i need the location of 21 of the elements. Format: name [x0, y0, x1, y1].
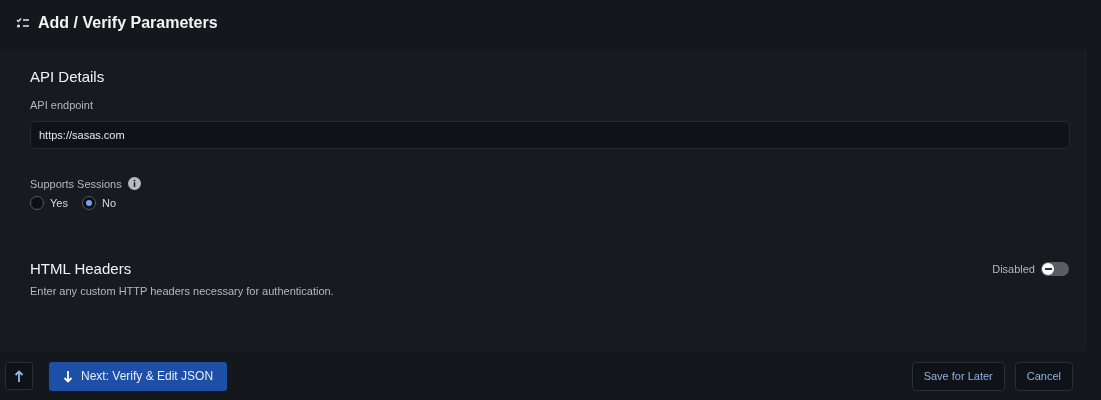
arrow-down-icon — [63, 369, 73, 383]
info-icon — [127, 177, 141, 190]
arrow-up-icon — [14, 369, 24, 383]
scroll-up-button[interactable] — [5, 362, 33, 390]
toggle-switch[interactable] — [1041, 261, 1069, 276]
section-title: API Details — [30, 68, 106, 85]
toggle-label: Disabled — [992, 262, 1035, 275]
checklist-icon — [16, 17, 30, 29]
section-title: HTML Headers — [30, 260, 132, 277]
save-button[interactable]: Save for Later — [911, 361, 1005, 391]
radio-label: Yes — [50, 197, 68, 209]
field-label: API endpoint — [30, 99, 93, 111]
radio-button[interactable] — [81, 196, 96, 210]
page-title: Add / Verify Parameters — [38, 14, 218, 32]
endpoint-field[interactable]: https://sasas.com — [30, 121, 1070, 149]
next-button[interactable]: Next: Verify & Edit JSON — [49, 361, 228, 391]
radio-label: No — [101, 197, 116, 209]
radio-button[interactable] — [30, 196, 44, 210]
cancel-button[interactable]: Cancel — [1014, 361, 1073, 391]
section-description: Enter any custom HTTP headers necessary for authentication. — [30, 285, 334, 297]
field-label: Supports Sessions — [30, 177, 122, 190]
